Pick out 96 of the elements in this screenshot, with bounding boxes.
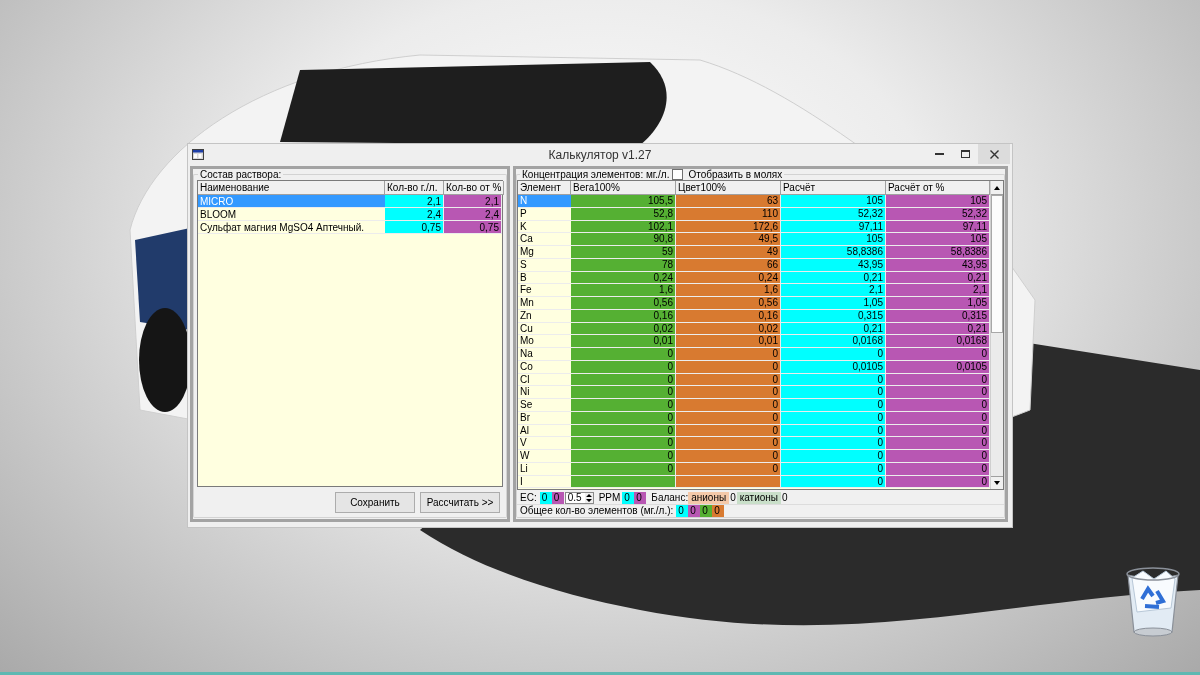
- table-cell: 63: [676, 195, 781, 208]
- column-header[interactable]: Расчёт: [781, 181, 886, 195]
- ppm-label: PPM: [598, 491, 621, 504]
- table-cell: 0: [571, 399, 676, 412]
- column-header[interactable]: Расчёт от %: [886, 181, 990, 195]
- table-cell: 1,05: [886, 297, 990, 310]
- column-header[interactable]: Элемент: [518, 181, 571, 195]
- balance-value: 0: [781, 491, 789, 504]
- value-label: 0: [700, 505, 713, 517]
- table-cell: 0,75: [385, 221, 444, 234]
- table-cell: 0: [676, 450, 781, 463]
- button[interactable]: Рассчитать >>: [420, 491, 500, 513]
- table-cell: 0: [676, 399, 781, 412]
- table-cell: 0,0168: [886, 335, 990, 348]
- table-cell: 49,5: [676, 233, 781, 246]
- column-header[interactable]: Кол-во г./л.: [385, 181, 444, 195]
- scrollbar[interactable]: [990, 181, 1003, 489]
- table-cell: 0: [886, 450, 990, 463]
- table-cell: 0,56: [676, 297, 781, 310]
- table-cell: 0,0168: [781, 335, 886, 348]
- table-cell: 2,1: [385, 195, 444, 208]
- table-cell: 0: [676, 348, 781, 361]
- table-cell: 58,8386: [781, 246, 886, 259]
- close-button[interactable]: [978, 144, 1010, 164]
- table-cell: 2,1: [781, 284, 886, 297]
- column-header[interactable]: Наименование: [198, 181, 385, 195]
- group-title: Концентрация элементов: мг./л.: [522, 169, 670, 180]
- table-cell: 105,5: [571, 195, 676, 208]
- scrollbar-thumb[interactable]: [991, 195, 1003, 333]
- table-cell: 0: [676, 437, 781, 450]
- balance-value: 0: [729, 491, 737, 504]
- arrow-down-icon: [994, 481, 1000, 485]
- table-cell: 2,1: [886, 284, 990, 297]
- checkbox-label[interactable]: Отобразить в молях: [688, 169, 783, 180]
- table-cell: 49: [676, 246, 781, 259]
- table-cell: 105: [781, 233, 886, 246]
- table-cell: 0: [571, 348, 676, 361]
- window-icon[interactable]: [192, 149, 204, 160]
- balance-tag: анионы: [688, 491, 730, 504]
- value-label: 0: [712, 505, 725, 517]
- value-label: 0: [676, 505, 689, 517]
- column-header[interactable]: Кол-во от %: [444, 181, 505, 195]
- table-cell: 2,1: [444, 195, 502, 208]
- spinner-arrows-icon[interactable]: [584, 492, 593, 503]
- table-cell: 0: [781, 348, 886, 361]
- column-header[interactable]: Вега100%: [571, 181, 676, 195]
- spinner-field[interactable]: 0.5: [564, 491, 594, 504]
- value-label: 0: [622, 491, 635, 504]
- arrow-up-icon: [994, 185, 1000, 190]
- table-cell: 0: [781, 386, 886, 399]
- value-label: 0: [688, 505, 701, 517]
- button[interactable]: Сохранить: [335, 491, 415, 513]
- window-title: Калькулятор v1.27: [548, 146, 652, 164]
- table-cell: 105: [886, 233, 990, 246]
- table-cell: 0: [571, 386, 676, 399]
- table-cell: 2,4: [444, 208, 502, 221]
- table-cell: 0: [781, 450, 886, 463]
- maximize-icon: [960, 150, 970, 158]
- table-cell: 0,56: [571, 297, 676, 310]
- group-title: Состав раствора:: [199, 169, 283, 180]
- ec-label: EC:: [520, 491, 537, 504]
- table-cell: 0: [676, 386, 781, 399]
- table-cell: 0,01: [571, 335, 676, 348]
- table-cell: 58,8386: [886, 246, 990, 259]
- table-cell: 0: [886, 437, 990, 450]
- table-cell: 1,6: [676, 284, 781, 297]
- table-cell[interactable]: Сульфат магния MgSO4 Аптечный.: [198, 221, 385, 234]
- table-cell[interactable]: BLOOM: [198, 208, 385, 221]
- table-cell: 0,01: [676, 335, 781, 348]
- balance-tag: катионы: [736, 491, 782, 504]
- table-cell: 0: [571, 450, 676, 463]
- table-cell: 0: [571, 437, 676, 450]
- total-label: Общее кол-во элементов (мг./л.):: [520, 505, 674, 517]
- minimize-icon: [934, 153, 944, 155]
- table-cell: 0,75: [444, 221, 502, 234]
- table-cell: 1,6: [571, 284, 676, 297]
- table-cell: 90,8: [571, 233, 676, 246]
- scroll-up-button[interactable]: [991, 181, 1003, 195]
- table-cell: 105: [886, 195, 990, 208]
- balance-label: Баланс:: [651, 491, 689, 504]
- trash-bin-icon[interactable]: [1125, 566, 1181, 638]
- checkbox[interactable]: [672, 169, 684, 180]
- table-cell: 1,05: [781, 297, 886, 310]
- table-cell: 0: [781, 437, 886, 450]
- table-cell: 0: [886, 348, 990, 361]
- scroll-down-button[interactable]: [991, 476, 1003, 489]
- column-header[interactable]: Цвет100%: [676, 181, 781, 195]
- table-cell: 105: [781, 195, 886, 208]
- value-label: 0: [539, 491, 552, 504]
- value-label: 0: [634, 491, 647, 504]
- table-cell: 0: [781, 399, 886, 412]
- table-cell: 0: [886, 399, 990, 412]
- table-cell: 0: [886, 386, 990, 399]
- table-cell: 59: [571, 246, 676, 259]
- table-cell: 2,4: [385, 208, 444, 221]
- close-icon: [989, 149, 999, 159]
